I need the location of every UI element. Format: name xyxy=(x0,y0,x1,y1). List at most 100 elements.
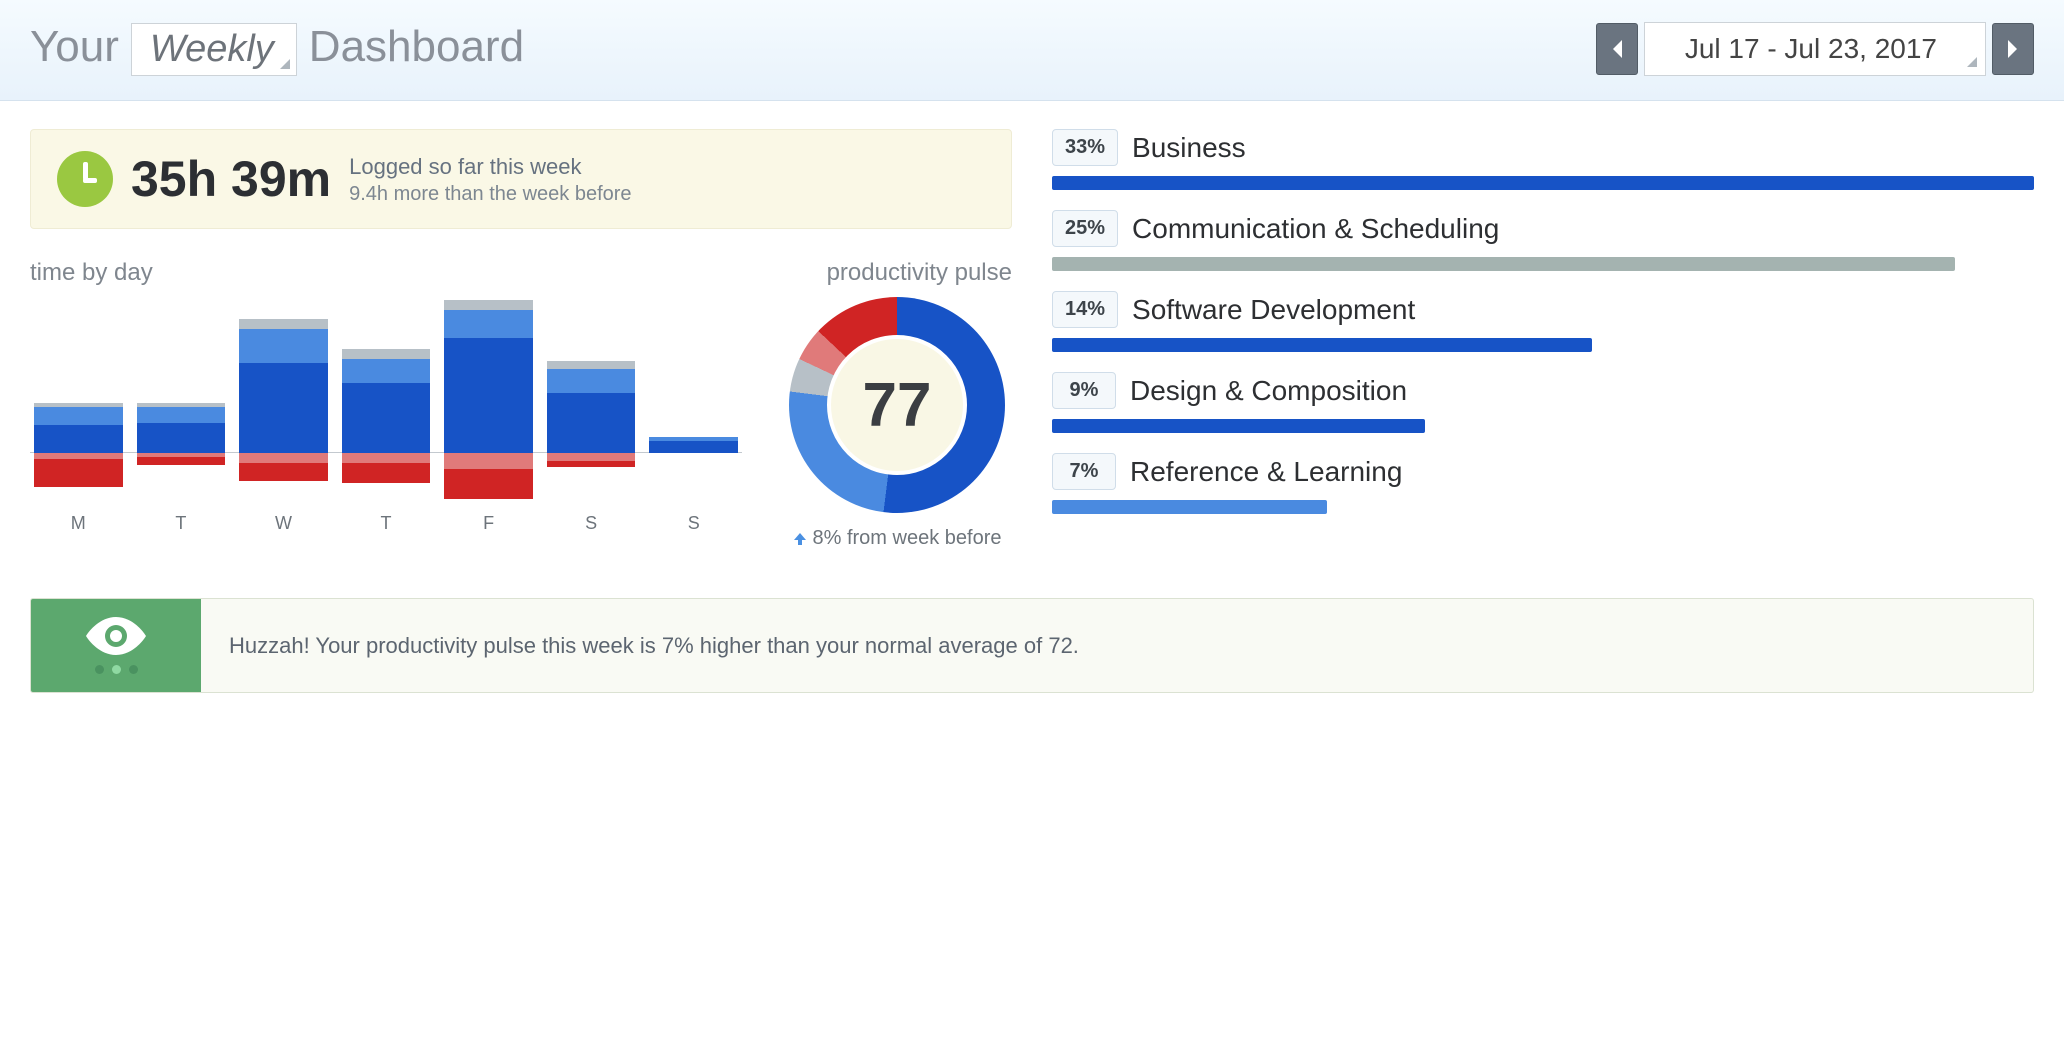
dashboard-header: Your Weekly Dashboard Jul 17 - Jul 23, 2… xyxy=(0,0,2064,101)
dropdown-triangle-icon xyxy=(1967,57,1977,67)
bar-segment-productive xyxy=(342,359,431,383)
category-bar xyxy=(1052,338,1592,352)
pulse-score: 77 xyxy=(827,335,967,475)
time-logged-card: 35h 39m Logged so far this week 9.4h mor… xyxy=(30,129,1012,229)
day-column xyxy=(34,297,123,507)
date-navigator: Jul 17 - Jul 23, 2017 xyxy=(1596,22,2034,76)
title-dashboard: Dashboard xyxy=(309,22,524,72)
day-column xyxy=(239,297,328,507)
eye-icon xyxy=(86,617,146,655)
bar-segment-productive xyxy=(34,407,123,425)
day-label: T xyxy=(137,513,226,534)
clock-icon xyxy=(57,151,113,207)
insight-dot[interactable] xyxy=(95,665,104,674)
bar-segment-very_productive xyxy=(547,393,636,453)
pulse-donut: 77 xyxy=(789,297,1005,513)
day-column xyxy=(649,297,738,507)
bar-segment-distracting xyxy=(342,453,431,463)
prev-week-button[interactable] xyxy=(1596,23,1638,75)
bar-segment-very_productive xyxy=(34,425,123,453)
left-column: 35h 39m Logged so far this week 9.4h mor… xyxy=(30,129,1012,550)
category-bar xyxy=(1052,257,1955,271)
bar-segment-very_distracting xyxy=(239,463,328,481)
bar-segment-productive xyxy=(547,369,636,393)
bar-segment-very_distracting xyxy=(34,459,123,487)
productivity-pulse-title: productivity pulse xyxy=(782,259,1012,287)
bar-segment-very_productive xyxy=(137,423,226,453)
title-your: Your xyxy=(30,22,119,72)
arrow-up-icon xyxy=(793,532,807,546)
bar-segment-neutral xyxy=(444,300,533,310)
day-label: S xyxy=(547,513,636,534)
bar-segment-very_distracting xyxy=(547,461,636,467)
day-label: T xyxy=(342,513,431,534)
productivity-pulse-chart: productivity pulse 77 8% from week befor… xyxy=(782,259,1012,550)
period-value: Weekly xyxy=(150,28,274,70)
next-week-button[interactable] xyxy=(1992,23,2034,75)
day-label: M xyxy=(34,513,123,534)
bar-segment-very_distracting xyxy=(342,463,431,483)
category-percent: 14% xyxy=(1052,291,1118,328)
day-column xyxy=(137,297,226,507)
category-percent: 33% xyxy=(1052,129,1118,166)
insight-dot[interactable] xyxy=(112,665,121,674)
bar-segment-productive xyxy=(239,329,328,363)
category-row[interactable]: 14% Software Development xyxy=(1052,291,2034,352)
category-row[interactable]: 25% Communication & Scheduling xyxy=(1052,210,2034,271)
bar-segment-very_productive xyxy=(444,338,533,453)
time-logged-value: 35h 39m xyxy=(131,150,331,208)
category-list: 33% Business 25% Communication & Scheduling… xyxy=(1052,129,2034,550)
chevron-right-icon xyxy=(2006,38,2020,60)
time-by-day-chart: time by day MTWTFSS xyxy=(30,259,742,550)
date-range-value: Jul 17 - Jul 23, 2017 xyxy=(1685,33,1937,64)
bar-segment-distracting xyxy=(444,453,533,469)
insight-banner: Huzzah! Your productivity pulse this wee… xyxy=(30,598,2034,693)
pulse-delta: 8% from week before xyxy=(793,527,1002,550)
category-row[interactable]: 7% Reference & Learning xyxy=(1052,453,2034,514)
insight-dot[interactable] xyxy=(129,665,138,674)
bar-segment-distracting xyxy=(239,453,328,463)
day-label: F xyxy=(444,513,533,534)
bar-segment-very_productive xyxy=(239,363,328,453)
insight-text: Huzzah! Your productivity pulse this wee… xyxy=(201,599,1107,692)
category-percent: 25% xyxy=(1052,210,1118,247)
category-bar xyxy=(1052,176,2034,190)
category-row[interactable]: 9% Design & Composition xyxy=(1052,372,2034,433)
bar-segment-distracting xyxy=(547,453,636,461)
bar-segment-neutral xyxy=(342,349,431,359)
category-name: Design & Composition xyxy=(1130,375,1407,407)
category-bar xyxy=(1052,419,1425,433)
category-percent: 7% xyxy=(1052,453,1116,490)
day-label: S xyxy=(649,513,738,534)
bar-segment-very_productive xyxy=(342,383,431,453)
insight-icon-panel xyxy=(31,599,201,692)
day-label: W xyxy=(239,513,328,534)
main-content: 35h 39m Logged so far this week 9.4h mor… xyxy=(0,101,2064,578)
time-by-day-title: time by day xyxy=(30,259,742,287)
period-select[interactable]: Weekly xyxy=(131,23,297,76)
pulse-delta-text: 8% from week before xyxy=(813,527,1002,550)
category-name: Software Development xyxy=(1132,294,1415,326)
page-title: Your Weekly Dashboard xyxy=(30,22,524,76)
category-percent: 9% xyxy=(1052,372,1116,409)
bar-segment-very_productive xyxy=(649,441,738,453)
bar-segment-neutral xyxy=(239,319,328,329)
day-column xyxy=(342,297,431,507)
category-row[interactable]: 33% Business xyxy=(1052,129,2034,190)
insight-pagination[interactable] xyxy=(95,665,138,674)
category-name: Business xyxy=(1132,132,1246,164)
bar-segment-neutral xyxy=(547,361,636,369)
dropdown-triangle-icon xyxy=(280,59,290,69)
chevron-left-icon xyxy=(1610,38,1624,60)
bar-segment-very_distracting xyxy=(444,469,533,499)
day-column xyxy=(444,297,533,507)
date-range-select[interactable]: Jul 17 - Jul 23, 2017 xyxy=(1644,22,1986,76)
category-name: Communication & Scheduling xyxy=(1132,213,1499,245)
time-logged-delta: 9.4h more than the week before xyxy=(349,183,631,206)
bar-segment-productive xyxy=(444,310,533,338)
category-name: Reference & Learning xyxy=(1130,456,1402,488)
day-column xyxy=(547,297,636,507)
bar-segment-very_distracting xyxy=(137,457,226,465)
time-logged-label: Logged so far this week xyxy=(349,152,631,183)
category-bar xyxy=(1052,500,1327,514)
